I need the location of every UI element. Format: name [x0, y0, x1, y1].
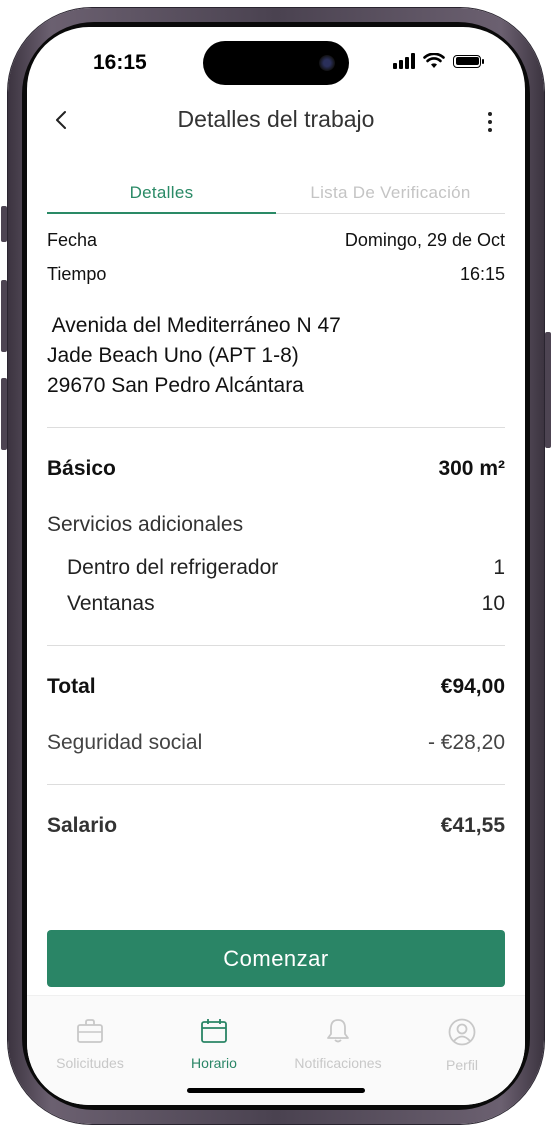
signal-icon	[393, 53, 415, 69]
divider	[47, 784, 505, 785]
tabbar-item-notifications[interactable]: Notificaciones	[283, 1018, 393, 1071]
salary-label: Salario	[47, 814, 118, 837]
more-dot-icon	[488, 120, 492, 124]
service-item-label: Dentro del refrigerador	[67, 556, 279, 579]
time-value: 16:15	[459, 264, 505, 284]
dynamic-island	[203, 41, 349, 85]
address-line-1: Avenida del Mediterráneo N 47	[47, 314, 341, 337]
service-item-value: 1	[493, 556, 505, 579]
salary-row: Salario €41,55	[47, 814, 505, 838]
tabbar-label: Perfil	[446, 1057, 478, 1073]
time-row: Tiempo 16:15	[47, 264, 505, 285]
tabbar-label: Notificaciones	[294, 1055, 382, 1071]
tab-bar-top: Detalles Lista De Verificación	[47, 174, 505, 214]
user-icon	[448, 1018, 476, 1046]
address: Avenida del Mediterráneo N 47 Jade Beach…	[47, 311, 341, 401]
additional-services-label: Servicios adicionales	[47, 513, 244, 536]
page-title: Detalles del trabajo	[177, 106, 375, 132]
service-item: Dentro del refrigerador 1	[67, 556, 505, 580]
address-line-2: Jade Beach Uno (APT 1-8)	[47, 344, 299, 367]
tabbar-item-schedule[interactable]: Horario	[159, 1018, 269, 1071]
service-item: Ventanas 10	[67, 592, 505, 616]
social-security-label: Seguridad social	[47, 731, 203, 754]
volume-up-button	[1, 280, 7, 352]
total-value: €94,00	[440, 675, 505, 698]
home-indicator	[187, 1088, 365, 1093]
action-button	[1, 206, 7, 242]
additional-services-row: Servicios adicionales	[47, 513, 505, 537]
address-line-3: 29670 San Pedro Alcántara	[47, 374, 304, 397]
more-dot-icon	[488, 128, 492, 132]
salary-value: €41,55	[440, 814, 505, 837]
more-options-button[interactable]	[475, 107, 505, 137]
status-icons	[393, 53, 484, 69]
battery-icon	[453, 54, 484, 68]
camera-icon	[319, 55, 335, 71]
tabbar-label: Solicitudes	[56, 1055, 124, 1071]
service-item-label: Ventanas	[67, 592, 155, 615]
service-item-value: 10	[481, 592, 505, 615]
start-button[interactable]: Comenzar	[47, 930, 505, 987]
date-label: Fecha	[47, 230, 98, 250]
tabbar-item-requests[interactable]: Solicitudes	[35, 1018, 145, 1071]
date-row: Fecha Domingo, 29 de Oct	[47, 230, 505, 251]
divider	[47, 427, 505, 428]
briefcase-icon	[77, 1019, 103, 1043]
basic-label: Básico	[47, 457, 116, 480]
total-row: Total €94,00	[47, 675, 505, 699]
date-value: Domingo, 29 de Oct	[344, 230, 505, 250]
basic-value: 300 m²	[438, 457, 505, 480]
tabbar-item-profile[interactable]: Perfil	[407, 1018, 517, 1073]
total-label: Total	[47, 675, 96, 698]
tab-checklist[interactable]: Lista De Verificación	[276, 174, 505, 213]
status-time: 16:15	[93, 51, 147, 74]
divider	[47, 645, 505, 646]
volume-down-button	[1, 378, 7, 450]
tabbar-label: Horario	[191, 1055, 237, 1071]
bell-icon	[327, 1019, 349, 1043]
tab-details[interactable]: Detalles	[47, 174, 276, 214]
screen: 16:15 Detalles del trabajo Detalles List…	[27, 27, 525, 1105]
calendar-icon	[201, 1019, 227, 1043]
social-security-row: Seguridad social - €28,20	[47, 731, 505, 755]
time-label: Tiempo	[47, 264, 107, 284]
more-dot-icon	[488, 112, 492, 116]
power-button	[545, 332, 551, 448]
wifi-icon	[423, 53, 445, 68]
basic-row: Básico 300 m²	[47, 457, 505, 481]
social-security-value: - €28,20	[427, 731, 505, 754]
